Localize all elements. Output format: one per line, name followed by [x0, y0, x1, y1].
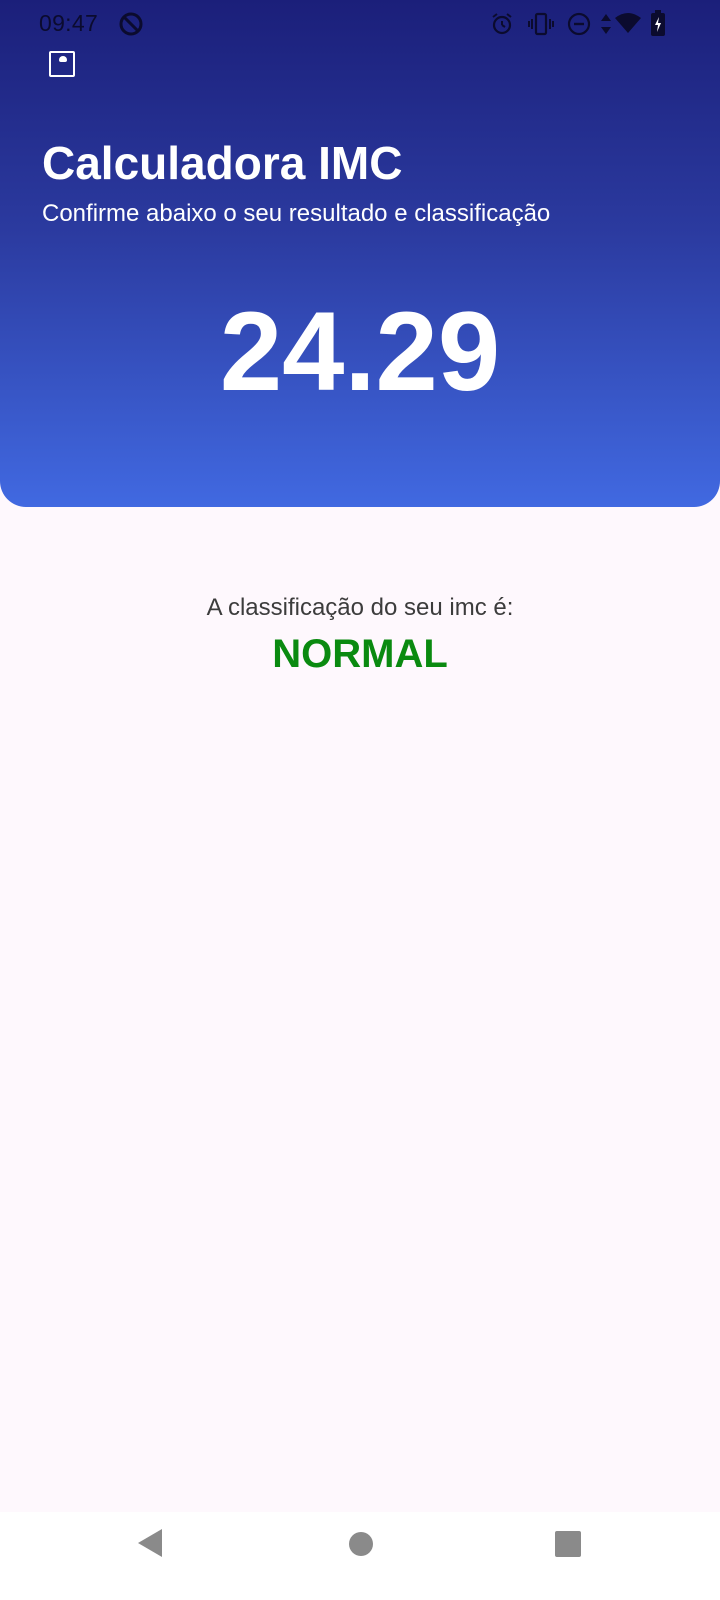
status-time: 09:47 — [39, 10, 99, 36]
back-icon[interactable] — [136, 1528, 164, 1558]
home-icon[interactable] — [348, 1531, 374, 1557]
no-disturb-clock-icon — [119, 12, 143, 36]
wifi-icon — [615, 13, 641, 33]
notification-app-icon — [49, 51, 75, 77]
alarm-icon — [492, 13, 512, 35]
header-panel: 09:47 Calculadora IMC Confirme abaixo o … — [0, 0, 720, 507]
page-title: Calculadora IMC — [42, 137, 403, 189]
navigation-bar — [0, 1512, 720, 1600]
classification-label: A classificação do seu imc é: — [206, 594, 514, 621]
battery-charging-icon — [651, 10, 665, 36]
app-icon-glyph — [59, 56, 67, 62]
status-bar: 09:47 — [0, 0, 720, 48]
do-not-disturb-icon — [567, 12, 591, 36]
data-arrows-icon — [601, 14, 611, 34]
vibrate-icon — [528, 12, 554, 36]
page-subtitle: Confirme abaixo o seu resultado e classi… — [42, 200, 551, 227]
classification-value: NORMAL — [272, 632, 448, 676]
imc-result-value: 24.29 — [219, 289, 501, 414]
recents-icon[interactable] — [554, 1530, 582, 1558]
